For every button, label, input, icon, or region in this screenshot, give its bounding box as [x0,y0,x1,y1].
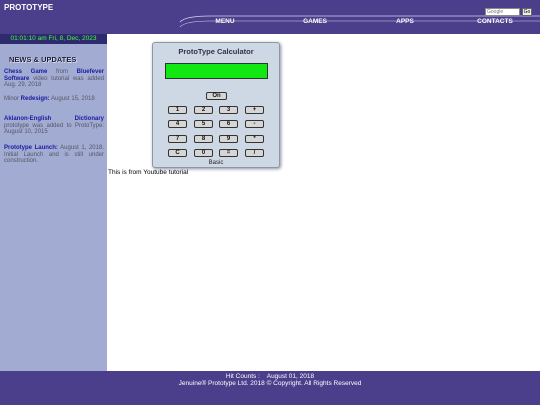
key-1-button[interactable]: 1 [168,106,187,114]
key-7-button[interactable]: 7 [168,135,187,143]
key-5-button[interactable]: 5 [194,120,213,128]
tutorial-note: This is from Youtube tutorial [108,169,189,176]
news-item: Chess Game from Bluefever Software video… [4,69,104,89]
calculator-panel: ProtoType Calculator On 1 2 3 + 4 5 6 - … [152,42,280,168]
news-link[interactable]: Redesign: [21,96,50,102]
news-link[interactable]: Prototype Launch: [4,145,58,151]
news-item: Aklanon-English Dictionary prototype was… [4,116,104,136]
search-input[interactable] [485,8,520,16]
key-9-button[interactable]: 9 [219,135,238,143]
nav-menu[interactable]: MENU [195,18,255,25]
clock-display: 01:01:10 am Fri, 8, Dec, 2023 [10,35,97,42]
clock-band: 01:01:10 am Fri, 8, Dec, 2023 [0,34,107,44]
site-footer: Hit Counts : August 01, 2018 Jenuine® Pr… [0,371,540,405]
key-0-button[interactable]: 0 [194,149,213,157]
key-3-button[interactable]: 3 [219,106,238,114]
news-link[interactable]: Aklanon-English Dictionary [4,116,104,122]
nav-apps[interactable]: APPS [375,18,435,25]
copyright-text: Jenuine® Prototype Ltd. 2018 © Copyright… [178,380,362,387]
search-button[interactable]: Go [522,8,532,16]
key-minus-button[interactable]: - [245,120,264,128]
news-text: August 15, 2018 [49,96,95,102]
nav-games[interactable]: GAMES [285,18,345,25]
news-item: Prototype Launch: August 1, 2018. Initia… [4,145,104,165]
sidebar: 01:01:10 am Fri, 8, Dec, 2023 NEWS & UPD… [0,34,107,371]
site-header: PROTOTYPE Go MENU GAMES APPS CONTACTS [0,0,540,34]
news-link[interactable]: Chess Game [4,69,47,75]
calculator-title: ProtoType Calculator [178,47,254,56]
nav-curve-decoration [179,15,540,28]
hit-counts: Hit Counts : August 01, 2018 [225,373,315,380]
news-item: Minor Redesign: August 15, 2018 [4,96,104,103]
nav-contacts[interactable]: CONTACTS [465,18,525,25]
key-divide-button[interactable]: / [245,149,264,157]
news-title: NEWS & UPDATES [9,55,77,64]
key-clear-button[interactable]: C [168,149,187,157]
key-plus-button[interactable]: + [245,106,264,114]
key-4-button[interactable]: 4 [168,120,187,128]
key-2-button[interactable]: 2 [194,106,213,114]
key-multiply-button[interactable]: * [245,135,264,143]
key-6-button[interactable]: 6 [219,120,238,128]
key-equals-button[interactable]: = [219,149,238,157]
site-logo[interactable]: PROTOTYPE [4,3,53,12]
calculator-mode-label: Basic [208,160,224,166]
on-button[interactable]: On [206,92,227,100]
news-text: from [47,69,77,75]
calculator-display [165,63,268,79]
news-text: Minor [4,96,21,102]
key-8-button[interactable]: 8 [194,135,213,143]
news-text: prototype was added to ProtoType: August… [4,122,104,136]
